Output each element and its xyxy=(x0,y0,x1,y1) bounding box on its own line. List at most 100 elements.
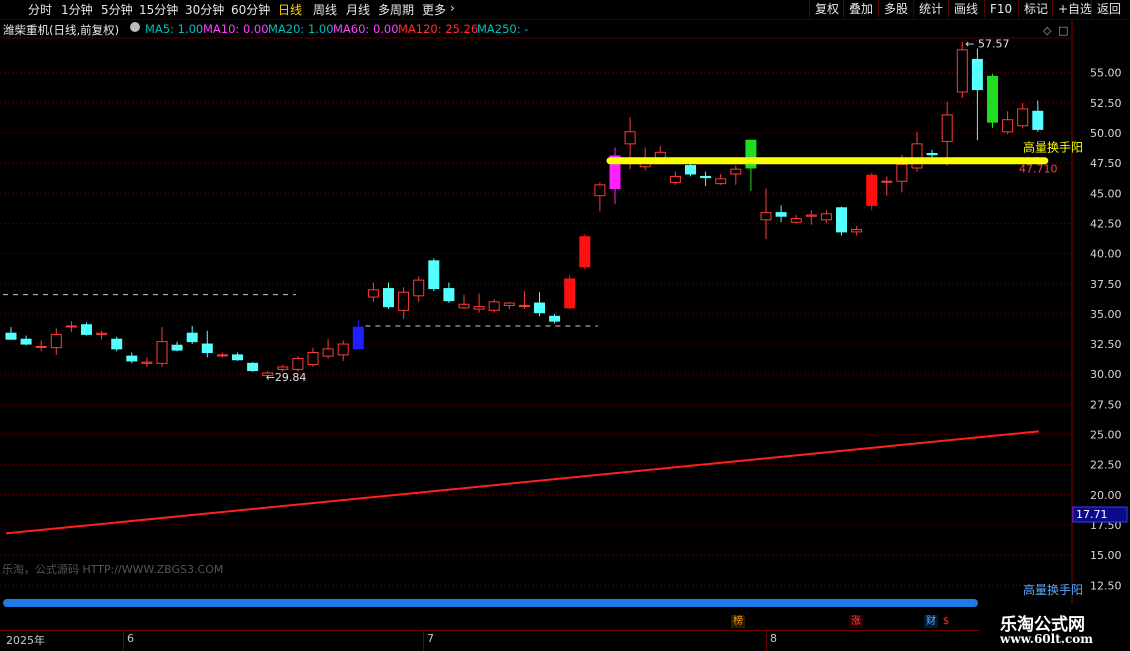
candle-body xyxy=(851,228,863,233)
time-sep-6 xyxy=(123,631,124,651)
candle-body xyxy=(186,332,198,343)
candle-body xyxy=(564,278,576,309)
logo-url-text: www.60lt.com xyxy=(1000,632,1093,646)
watermark-text: 乐淘，公式源码 HTTP://WWW.ZBGS3.COM xyxy=(2,563,224,576)
candlestick-chart: 55.00 52.50 50.00 47.50 45.00 42.50 40.00 37.50… xyxy=(0,20,1128,630)
candle-body xyxy=(5,332,17,340)
candle-body xyxy=(896,163,908,182)
candle-body xyxy=(126,355,138,362)
candle-body xyxy=(50,333,62,349)
candle-body xyxy=(201,343,213,353)
candle-body xyxy=(171,344,183,351)
candle-body xyxy=(443,288,455,302)
y-tick-label: 37.50 xyxy=(1090,278,1122,291)
rank-badge[interactable]: 榜 xyxy=(731,615,745,628)
candle-body xyxy=(292,358,304,370)
time-axis: 2025年 6 7 8 xyxy=(0,630,985,651)
candle-body xyxy=(35,345,47,348)
candle-body xyxy=(911,143,923,169)
signal-value: 47.710 xyxy=(1019,163,1058,176)
candle-body xyxy=(111,338,123,350)
time-sep-7 xyxy=(423,631,424,651)
candle-body xyxy=(247,362,259,372)
candle-body xyxy=(926,153,938,156)
candle-body xyxy=(307,351,319,366)
history-progress-bar xyxy=(3,599,978,607)
candle-body xyxy=(624,131,636,145)
candle-body xyxy=(669,175,681,183)
y-tick-label: 42.50 xyxy=(1090,217,1122,230)
candle-body xyxy=(820,213,832,221)
current-price-tag: 17.71 xyxy=(1076,508,1108,521)
candle-body xyxy=(1032,110,1044,130)
candle-body xyxy=(96,332,108,335)
signal-label: 高量换手阳 xyxy=(1023,140,1083,155)
y-tick-label: 50.00 xyxy=(1090,127,1122,140)
candle-body xyxy=(956,49,968,93)
y-tick-label: 27.50 xyxy=(1090,398,1122,411)
candle-body xyxy=(715,178,727,185)
y-tick-label: 55.00 xyxy=(1090,67,1122,80)
high-price-label: ← 57.57 xyxy=(965,38,1009,51)
dollar-badge[interactable]: $ xyxy=(939,615,953,628)
site-logo: 乐淘公式网 www.60lt.com xyxy=(980,604,1130,650)
candle-body xyxy=(518,304,530,307)
candle-body xyxy=(458,303,470,309)
y-tick-label: 40.00 xyxy=(1090,248,1122,261)
y-tick-label: 47.50 xyxy=(1090,157,1122,170)
candle-body xyxy=(971,58,983,91)
candle-body xyxy=(1017,108,1029,127)
candle-body xyxy=(413,279,425,297)
candle-body xyxy=(216,354,228,357)
candle-body xyxy=(383,288,394,308)
candle-body xyxy=(398,291,410,311)
time-label-7: 7 xyxy=(427,632,434,645)
candle-body xyxy=(428,260,440,290)
candle-body xyxy=(141,361,153,364)
candle-body xyxy=(760,212,772,221)
bottom-signal-label: 高量换手阳 xyxy=(1023,582,1083,597)
ma120-line xyxy=(5,430,1039,535)
y-tick-label: 22.50 xyxy=(1090,459,1122,472)
candle-body xyxy=(775,212,787,217)
candle-body xyxy=(594,184,606,197)
candle-body xyxy=(20,338,32,345)
rise-badge[interactable]: 涨 xyxy=(849,615,863,628)
y-tick-label: 15.00 xyxy=(1090,549,1122,562)
time-sep-8 xyxy=(766,631,767,651)
candle-body xyxy=(488,301,500,311)
y-tick-label: 32.50 xyxy=(1090,338,1122,351)
candle-body xyxy=(805,214,817,217)
candle-body xyxy=(700,175,712,179)
y-tick-label: 20.00 xyxy=(1090,489,1122,502)
candle-body xyxy=(156,341,168,364)
candle-body xyxy=(277,366,289,370)
candle-body xyxy=(730,168,742,175)
candle-body xyxy=(881,180,893,183)
candle-body xyxy=(685,165,696,175)
candle-body xyxy=(81,324,92,335)
time-label-8: 8 xyxy=(770,632,777,645)
y-tick-label: 35.00 xyxy=(1090,308,1122,321)
candle-body xyxy=(866,174,878,206)
finance-badge[interactable]: 财 xyxy=(924,615,938,628)
candle-body xyxy=(534,302,545,314)
candle-body xyxy=(322,348,334,357)
candle-body xyxy=(790,218,802,223)
low-price-label: ←29.84 xyxy=(266,371,307,384)
time-label-year: 2025年 xyxy=(6,634,45,647)
candle-body xyxy=(1002,119,1014,133)
candle-body xyxy=(473,306,485,310)
y-tick-label: 25.00 xyxy=(1090,429,1122,442)
y-tick-label: 45.00 xyxy=(1090,187,1122,200)
time-label-6: 6 xyxy=(127,632,134,645)
candle-body xyxy=(987,75,998,123)
y-tick-label: 30.00 xyxy=(1090,368,1122,381)
candle-body xyxy=(337,343,349,356)
candle-body xyxy=(352,326,364,350)
y-tick-label: 12.50 xyxy=(1090,579,1122,592)
candle-body xyxy=(503,302,515,306)
candle-body xyxy=(367,289,379,298)
candle-body xyxy=(65,325,77,328)
candle-body xyxy=(836,207,847,233)
